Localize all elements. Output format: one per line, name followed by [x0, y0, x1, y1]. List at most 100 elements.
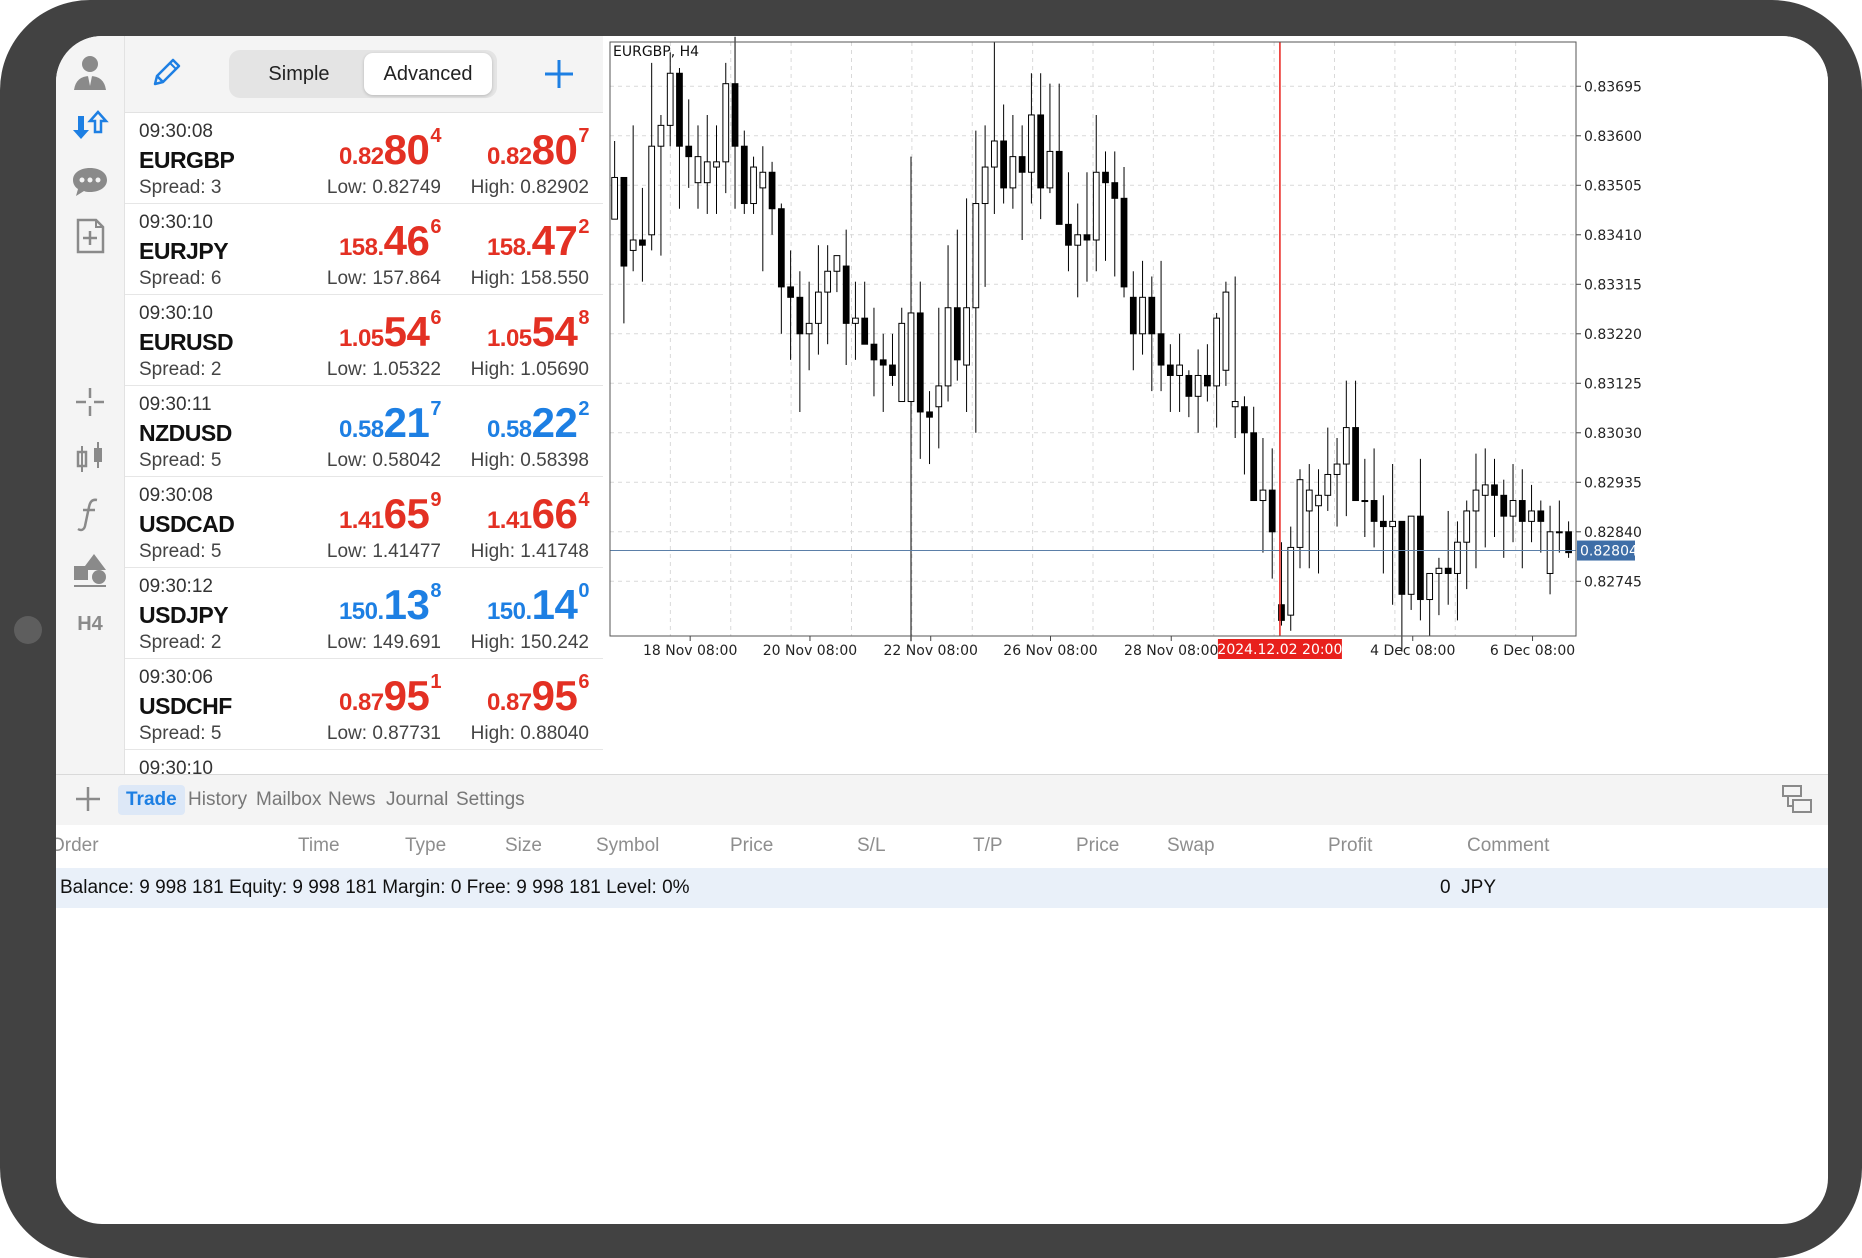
quote-spread: Spread: 5: [139, 541, 222, 562]
trade-arrows-icon[interactable]: [66, 102, 114, 150]
column-header[interactable]: Size: [505, 835, 542, 857]
chart-title: EURGBP, H4: [613, 44, 699, 60]
candle-body: [1185, 374, 1193, 397]
ask-price[interactable]: 0.82807: [487, 125, 590, 173]
quote-low: Low: 0.87731: [326, 723, 441, 744]
tab-journal[interactable]: Journal: [378, 785, 456, 815]
quote-symbol: USDCHF: [139, 693, 232, 719]
tab-settings[interactable]: Settings: [448, 785, 533, 815]
candle-body: [833, 255, 841, 272]
candle-body: [1018, 156, 1026, 173]
quote-low: Low: 0.82749: [326, 177, 441, 198]
quote-row[interactable]: 09:30:12 USDJPY Spread: 2 150.138 150.140 Low…: [125, 568, 603, 659]
candle-body: [1342, 427, 1350, 465]
column-header[interactable]: Swap: [1167, 835, 1215, 857]
bid-price[interactable]: 150.138: [339, 580, 442, 628]
candlestick-chart[interactable]: 0.83695 0.83600 0.83505 0.83410 0.83315 0.832…: [604, 36, 1828, 774]
ask-price[interactable]: 1.41664: [487, 489, 590, 537]
chat-icon[interactable]: [66, 158, 114, 206]
price-chart[interactable]: 0.83695 0.83600 0.83505 0.83410 0.83315 0.832…: [604, 36, 1828, 774]
candle-body: [676, 72, 683, 147]
candle-body: [1000, 140, 1007, 189]
y-tick-label: 0.82840: [1584, 525, 1642, 541]
bid-price[interactable]: 1.05546: [339, 307, 442, 355]
y-tick-label: 0.83600: [1584, 129, 1642, 145]
ask-price[interactable]: 1.05548: [487, 307, 590, 355]
bid-price[interactable]: 0.58217: [339, 398, 442, 446]
quote-row[interactable]: 09:30:10: [125, 750, 603, 774]
quote-row[interactable]: 09:30:08 USDCAD Spread: 5 1.41659 1.41664 Low…: [125, 477, 603, 568]
candle-body: [842, 265, 850, 324]
candle-body: [1398, 520, 1406, 595]
bid-price[interactable]: 1.41659: [339, 489, 442, 537]
bid-price[interactable]: 0.82804: [339, 125, 442, 173]
quote-row[interactable]: 09:30:10 EURUSD Spread: 2 1.05546 1.05548 Low…: [125, 295, 603, 386]
cursor-date-label: 2024.12.02 20:00: [1217, 642, 1342, 658]
chart-type-icon[interactable]: [66, 434, 114, 482]
ask-price[interactable]: 150.140: [487, 580, 590, 628]
candle-body: [1129, 296, 1137, 335]
candle-body: [1102, 171, 1109, 184]
candle-body: [713, 161, 720, 168]
ask-price[interactable]: 0.58222: [487, 398, 590, 446]
account-icon[interactable]: [66, 48, 114, 96]
column-header[interactable]: Price: [1076, 835, 1119, 857]
bid-price[interactable]: [440, 762, 441, 774]
ask-price[interactable]: [588, 762, 589, 774]
column-header[interactable]: Type: [405, 835, 446, 857]
candle-body: [1555, 531, 1563, 534]
tab-history[interactable]: History: [180, 785, 255, 815]
candle-body: [1528, 510, 1535, 522]
candle-body: [1268, 489, 1276, 533]
advanced-mode-button[interactable]: Advanced: [364, 53, 492, 95]
candle-body: [1472, 489, 1480, 512]
crosshair-icon[interactable]: [66, 378, 114, 426]
quote-symbol: USDCAD: [139, 511, 235, 537]
column-header[interactable]: Order: [56, 835, 99, 857]
column-header[interactable]: Price: [730, 835, 773, 857]
quote-low: Low: 0.58042: [326, 450, 441, 471]
ask-price[interactable]: 0.87956: [487, 671, 590, 719]
bid-price[interactable]: 0.87951: [339, 671, 442, 719]
quote-low: Low: 157.864: [326, 268, 441, 289]
tab-news[interactable]: News: [320, 785, 384, 815]
column-header[interactable]: Profit: [1328, 835, 1372, 857]
column-header[interactable]: S/L: [857, 835, 886, 857]
new-document-icon[interactable]: [66, 212, 114, 260]
candle-body: [685, 145, 693, 158]
tab-mailbox[interactable]: Mailbox: [248, 785, 329, 815]
indicator-f-icon[interactable]: [66, 490, 114, 538]
quote-spread: Spread: 2: [139, 359, 222, 380]
quotes-panel: Simple Advanced 09:30:08 EURGBP Spread: 30…: [125, 36, 603, 774]
column-header[interactable]: Comment: [1467, 835, 1549, 857]
quote-row[interactable]: 09:30:08 EURGBP Spread: 3 0.82804 0.82807 Low…: [125, 113, 603, 204]
candle-body: [1222, 291, 1230, 371]
candle-body: [879, 359, 887, 366]
dock-layout-icon[interactable]: [1780, 783, 1814, 817]
new-order-icon[interactable]: [70, 781, 106, 817]
edit-pencil-icon[interactable]: [145, 50, 189, 94]
add-symbol-icon[interactable]: [537, 52, 581, 96]
candle-body: [629, 239, 637, 251]
column-header[interactable]: Time: [298, 835, 340, 857]
quote-row[interactable]: 09:30:06 USDCHF Spread: 5 0.87951 0.87956 Low…: [125, 659, 603, 750]
objects-icon[interactable]: [66, 546, 114, 594]
candle-body: [1370, 500, 1378, 522]
timeframe-button[interactable]: H4: [66, 600, 114, 648]
ask-price[interactable]: 158.472: [487, 216, 590, 264]
column-header[interactable]: T/P: [973, 835, 1003, 857]
simple-mode-button[interactable]: Simple: [235, 53, 363, 95]
candle-body: [648, 145, 656, 236]
tab-trade[interactable]: Trade: [118, 785, 185, 815]
x-tick-label: 28 Nov 08:00: [1124, 643, 1218, 659]
quote-symbol: USDJPY: [139, 602, 229, 628]
y-tick-label: 0.83030: [1584, 426, 1642, 442]
candle-body: [1139, 296, 1146, 335]
column-header[interactable]: Symbol: [596, 835, 659, 857]
left-toolbar: H4: [56, 36, 125, 774]
bid-price[interactable]: 158.466: [339, 216, 442, 264]
candle-body: [1379, 520, 1387, 528]
quote-row[interactable]: 09:30:10 EURJPY Spread: 6 158.466 158.472 Low…: [125, 204, 603, 295]
candle-body: [1500, 494, 1508, 517]
quote-row[interactable]: 09:30:11 NZDUSD Spread: 5 0.58217 0.58222 Low…: [125, 386, 603, 477]
